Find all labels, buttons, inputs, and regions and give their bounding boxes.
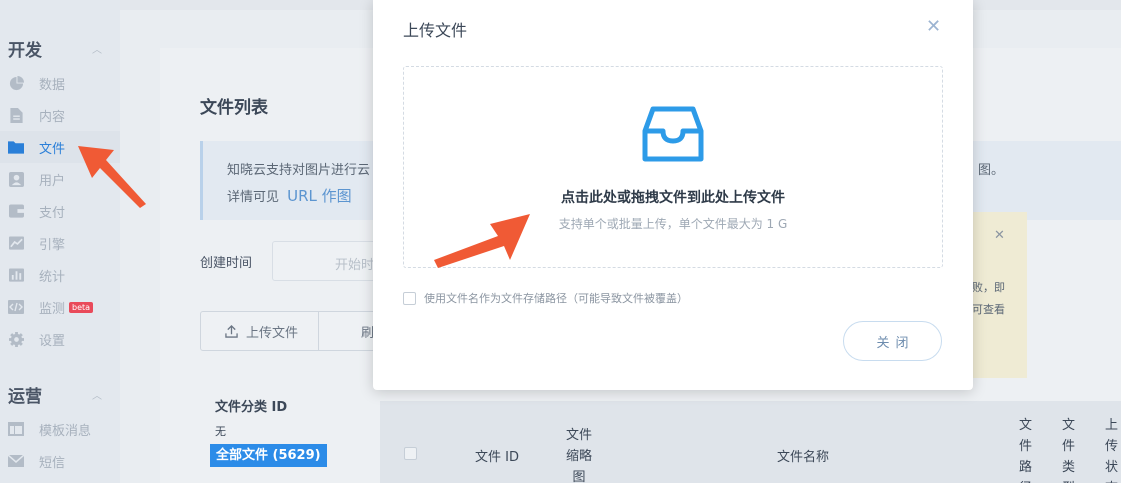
close-button[interactable]: 关闭 [843, 321, 942, 361]
col-line: 径 [1019, 478, 1032, 483]
sidebar-item-templates[interactable]: 模板消息 [0, 413, 120, 445]
notice-text: 可查看 [972, 303, 1005, 316]
upload-file-button[interactable]: 上传文件 [201, 312, 319, 350]
sidebar-item-label: 统计 [39, 269, 66, 285]
info-detail-prefix: 详情可见 [227, 190, 280, 205]
page-title: 文件列表 [200, 98, 268, 118]
beta-badge: beta [69, 301, 94, 313]
col-line: 状 [1105, 460, 1119, 475]
category-all-files[interactable]: 全部文件 (5629) [210, 444, 327, 467]
template-icon [8, 421, 24, 437]
dialog-title: 上传文件 [403, 21, 468, 40]
pie-chart-icon [8, 75, 24, 91]
sidebar-item-monitor[interactable]: 监测 beta [0, 291, 120, 323]
sidebar-item-content[interactable]: 内容 [0, 99, 120, 131]
sidebar-item-label: 模板消息 [39, 423, 92, 439]
sidebar-item-settings[interactable]: 设置 [0, 323, 120, 355]
upload-file-label: 上传文件 [246, 325, 299, 341]
line-chart-icon [8, 235, 24, 251]
refresh-button[interactable]: 刷 [319, 312, 374, 350]
col-line: 型 [1062, 478, 1075, 483]
bar-chart-icon [8, 267, 24, 283]
chevron-up-icon: ︿ [92, 391, 102, 402]
annotation-arrow [78, 146, 146, 208]
document-icon [8, 107, 24, 123]
col-line: 件 [1019, 439, 1033, 454]
category-title: 文件分类 ID [215, 400, 288, 415]
table-header [380, 401, 1121, 483]
notice-close-icon[interactable]: ✕ [994, 228, 1005, 243]
annotation-arrow [434, 214, 530, 268]
sidebar-item-label: 短信 [39, 455, 66, 471]
info-detail: 详情可见 URL 作图 [227, 185, 352, 206]
sidebar-item-label: 设置 [39, 333, 66, 349]
url-image-link[interactable]: URL 作图 [287, 187, 352, 205]
inbox-icon [642, 106, 704, 162]
code-icon [8, 299, 24, 315]
sidebar-item-label: 文件 [39, 141, 66, 157]
col-line: 传 [1105, 439, 1119, 454]
sidebar-item-sms[interactable]: 短信 [0, 445, 120, 477]
sidebar-item-label: 内容 [39, 109, 66, 125]
sidebar-item-stats[interactable]: 统计 [0, 259, 120, 291]
category-none[interactable]: 无 [215, 423, 226, 439]
upload-icon [225, 324, 238, 338]
info-text: 知晓云支持对图片进行云 [227, 163, 371, 178]
create-time-label: 创建时间 [200, 256, 253, 271]
use-filename-checkbox[interactable] [403, 291, 416, 305]
action-button-group: 上传文件 刷 [200, 311, 390, 351]
info-text-tail: 图。 [978, 163, 1005, 178]
sidebar-item-engine[interactable]: 引擎 [0, 227, 120, 259]
use-filename-option[interactable]: 使用文件名作为文件存储路径（可能导致文件被覆盖） [403, 290, 688, 306]
folder-icon [8, 139, 24, 155]
section-ops[interactable]: 运营 ︿ [8, 382, 112, 407]
col-file-name: 文件名称 [777, 450, 830, 465]
col-line: 上 [1105, 418, 1119, 433]
section-ops-title: 运营 [8, 387, 42, 407]
select-all-checkbox[interactable] [404, 447, 417, 460]
wallet-icon [8, 203, 24, 219]
user-card-icon [8, 171, 24, 187]
chevron-up-icon: ︿ [92, 45, 102, 56]
col-line: 类 [1062, 460, 1076, 475]
notice-text: 败，即 [972, 281, 1005, 294]
sidebar-item-label: 数据 [39, 77, 66, 93]
sidebar-item-label: 监测 [39, 301, 66, 317]
col-file-id: 文件 ID [475, 450, 519, 465]
sidebar-item-label: 支付 [39, 205, 66, 221]
use-filename-label: 使用文件名作为文件存储路径（可能导致文件被覆盖） [424, 292, 688, 305]
upload-dialog: 上传文件 ✕ 点击此处或拖拽文件到此处上传文件 支持单个或批量上传，单个文件最大… [373, 0, 973, 390]
sidebar-item-label: 引擎 [39, 237, 66, 253]
col-line: 文 [1019, 418, 1033, 433]
sidebar-item-label: 用户 [39, 173, 66, 189]
col-line: 路 [1019, 460, 1033, 475]
close-icon[interactable]: ✕ [926, 16, 941, 37]
sidebar-item-data[interactable]: 数据 [0, 67, 120, 99]
col-line: 件 [1062, 439, 1076, 454]
col-thumbnail-line: 文件 [566, 428, 593, 443]
col-thumbnail-line: 缩略 [566, 449, 593, 464]
col-line: 文 [1062, 418, 1076, 433]
mail-icon [8, 453, 24, 469]
col-upload-status: 上 传 状 态 [1105, 415, 1118, 483]
col-file-path: 文 件 路 径 [1019, 415, 1032, 483]
col-file-type: 文 件 类 型 [1062, 415, 1075, 483]
section-dev-title: 开发 [8, 41, 42, 61]
col-thumbnail: 文件 缩略 图 [566, 425, 592, 483]
gear-icon [8, 331, 24, 347]
section-dev[interactable]: 开发 ︿ [8, 36, 112, 61]
col-thumbnail-line: 图 [572, 470, 586, 483]
col-line: 态 [1105, 478, 1118, 483]
